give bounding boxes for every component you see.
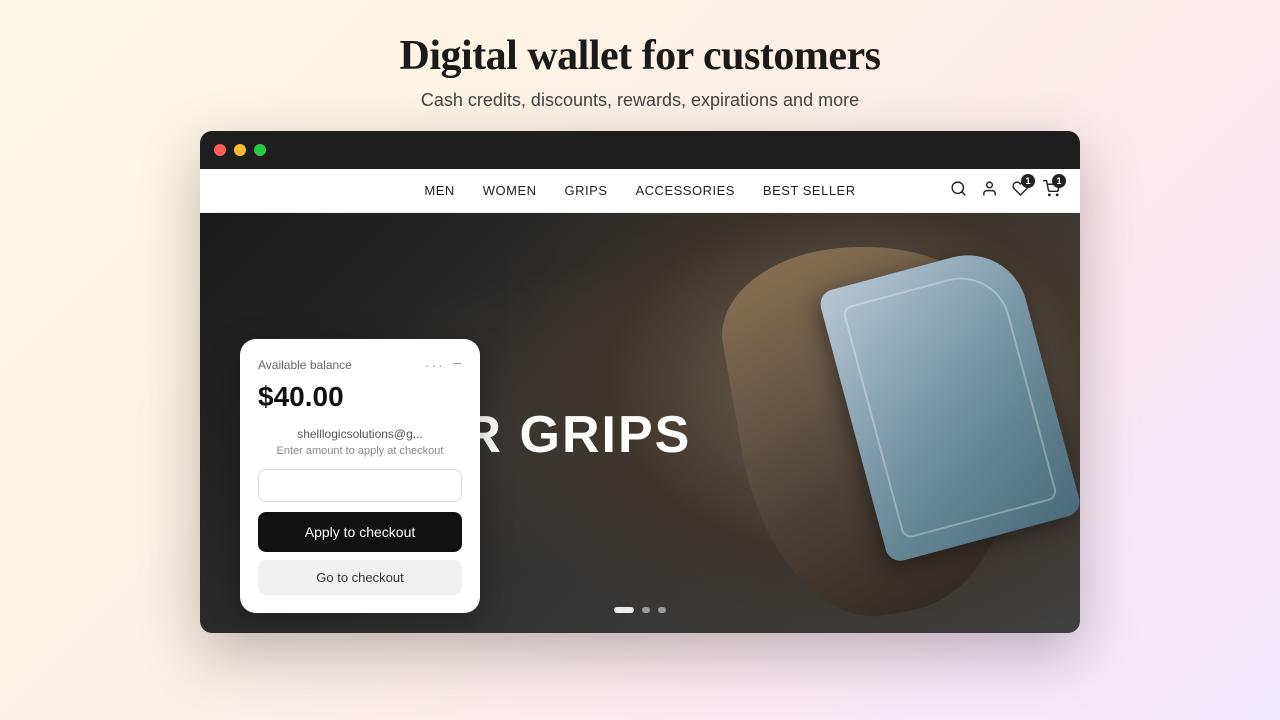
nav-item-grips[interactable]: GRIPS bbox=[565, 183, 608, 198]
cart-icon[interactable]: 1 bbox=[1043, 180, 1060, 202]
nav-item-women[interactable]: WOMEN bbox=[483, 183, 537, 198]
wallet-minimize-button[interactable]: − bbox=[453, 357, 462, 373]
nav-links: MEN WOMEN GRIPS ACCESSORIES BEST SELLER bbox=[424, 183, 855, 198]
wallet-widget: Available balance ··· − $40.00 shelllogi… bbox=[240, 339, 480, 613]
wallet-header: Available balance ··· − bbox=[258, 357, 462, 373]
page-header: Digital wallet for customers Cash credit… bbox=[400, 0, 881, 131]
nav-item-bestseller[interactable]: BEST SELLER bbox=[763, 183, 856, 198]
browser-content: MEN WOMEN GRIPS ACCESSORIES BEST SELLER bbox=[200, 169, 1080, 633]
slide-dot-2[interactable] bbox=[642, 607, 650, 613]
slide-dot-1[interactable] bbox=[614, 607, 634, 613]
wallet-options-button[interactable]: ··· bbox=[425, 357, 445, 373]
account-icon[interactable] bbox=[981, 180, 998, 202]
wishlist-badge: 1 bbox=[1021, 174, 1035, 188]
apply-to-checkout-button[interactable]: Apply to checkout bbox=[258, 512, 462, 552]
fullscreen-button[interactable] bbox=[254, 144, 266, 156]
nav-bar: MEN WOMEN GRIPS ACCESSORIES BEST SELLER bbox=[200, 169, 1080, 213]
search-icon[interactable] bbox=[950, 180, 967, 202]
slide-indicators bbox=[614, 607, 666, 613]
wallet-actions: ··· − bbox=[425, 357, 462, 373]
nav-icons: 1 1 bbox=[950, 180, 1060, 202]
minimize-button[interactable] bbox=[234, 144, 246, 156]
slide-dot-3[interactable] bbox=[658, 607, 666, 613]
wishlist-icon[interactable]: 1 bbox=[1012, 180, 1029, 202]
wallet-amount-input[interactable] bbox=[258, 469, 462, 502]
wallet-hint: Enter amount to apply at checkout bbox=[258, 445, 462, 457]
browser-titlebar bbox=[200, 131, 1080, 169]
wallet-balance: $40.00 bbox=[258, 381, 462, 413]
nav-item-accessories[interactable]: ACCESSORIES bbox=[636, 183, 735, 198]
hero-section: IT´S TIME TO FLY CONDOR GRIPS Available … bbox=[200, 213, 1080, 633]
page-subtitle: Cash credits, discounts, rewards, expira… bbox=[400, 90, 881, 111]
go-to-checkout-button[interactable]: Go to checkout bbox=[258, 560, 462, 595]
wallet-email: shelllogicsolutions@g... bbox=[258, 427, 462, 441]
browser-window: MEN WOMEN GRIPS ACCESSORIES BEST SELLER bbox=[200, 131, 1080, 633]
close-button[interactable] bbox=[214, 144, 226, 156]
page-title: Digital wallet for customers bbox=[400, 32, 881, 80]
wallet-label: Available balance bbox=[258, 358, 352, 372]
cart-badge: 1 bbox=[1052, 174, 1066, 188]
nav-item-men[interactable]: MEN bbox=[424, 183, 454, 198]
